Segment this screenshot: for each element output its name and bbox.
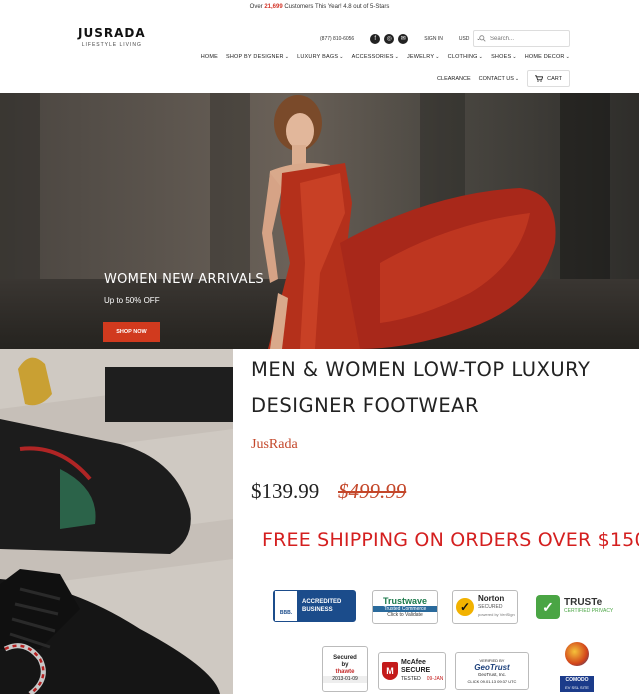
product-title: MEN & WOMEN LOW-TOP LUXURY DESIGNER FOOT…: [251, 352, 631, 424]
search-box[interactable]: [473, 30, 570, 47]
email-icon[interactable]: ✉: [398, 34, 409, 44]
chevron-down-icon: ⌄: [514, 75, 520, 82]
nav-jewelry[interactable]: JEWELRY⌄: [407, 54, 440, 60]
bbb-mark: BBB.: [275, 591, 297, 621]
chevron-down-icon: ⌄: [394, 54, 399, 60]
nav-contact-us[interactable]: CONTACT US⌄: [479, 76, 519, 82]
nav-shop-by-designer[interactable]: SHOP BY DESIGNER⌄: [226, 54, 289, 60]
mcafee-title: McAfee: [401, 659, 426, 666]
bbb-line1: ACCREDITED: [302, 599, 342, 605]
nav-home[interactable]: HOME: [201, 54, 218, 60]
utility-bar: (877) 810-6056 f ◎ ✉ SIGN IN USD ⌄: [320, 33, 481, 45]
geotrust-title: GeoTrust: [474, 663, 510, 672]
nav-home-decor[interactable]: HOME DECOR⌄: [525, 54, 570, 60]
mcafee-line1: SECURE: [401, 667, 431, 674]
trustwave-line2: Click to Validate: [387, 612, 423, 618]
comodo-badge[interactable]: COMODO EV SSL SITE: [560, 640, 594, 692]
currency-value: USD: [458, 36, 470, 42]
instagram-icon[interactable]: ◎: [384, 34, 395, 44]
norton-line1: SECURED: [478, 604, 503, 610]
norton-badge[interactable]: ✓ Norton SECURED powered by VeriSign: [452, 590, 518, 624]
thawte-badge[interactable]: Secured by thawte 2013-01-09: [322, 646, 368, 692]
announcement-suffix: Customers This Year! 4.8 out of 5-Stars: [284, 4, 390, 10]
chevron-down-icon: ⌄: [565, 54, 570, 60]
mcafee-badge[interactable]: M McAfee SECURE TESTED 09-JAN: [378, 652, 446, 690]
thawte-line1: Secured: [333, 655, 357, 661]
nav-luxury-bags[interactable]: LUXURY BAGS⌄: [297, 54, 344, 60]
geotrust-badge[interactable]: VERIFIED BY GeoTrust GeoTrust, Inc. CLIC…: [455, 652, 529, 690]
phone-number[interactable]: (877) 810-6056: [320, 36, 354, 42]
mcafee-line2: TESTED: [401, 676, 421, 682]
brand-tagline: LIFESTYLE LIVING: [81, 42, 142, 48]
mcafee-date: 09-JAN: [426, 676, 444, 682]
product-price: $139.99: [251, 479, 320, 503]
chevron-down-icon: ⌄: [478, 54, 484, 60]
truste-badge[interactable]: ✓ TRUSTe CERTIFIED PRIVACY: [536, 590, 636, 624]
announcement-prefix: Over: [249, 4, 263, 10]
norton-line2: powered by VeriSign: [478, 612, 515, 617]
sneaker-image: [0, 349, 233, 694]
check-icon: ✓: [456, 598, 474, 616]
search-icon: [479, 35, 486, 42]
nav-accessories[interactable]: ACCESSORIES⌄: [352, 54, 399, 60]
nav-clearance[interactable]: CLEARANCE: [437, 76, 471, 82]
bbb-badge[interactable]: BBB. ACCREDITED BUSINESS: [273, 590, 356, 622]
facebook-icon[interactable]: f: [370, 34, 381, 44]
signin-link[interactable]: SIGN IN: [424, 36, 443, 42]
trustwave-title: Trustwave: [382, 596, 428, 606]
shipping-banner: FREE SHIPPING ON ORDERS OVER $150: [262, 529, 639, 551]
cart-icon: [535, 75, 544, 82]
truste-line1: CERTIFIED PRIVACY: [564, 608, 614, 614]
cart-button[interactable]: CART: [527, 70, 570, 87]
nav-clothing[interactable]: CLOTHING⌄: [448, 54, 483, 60]
bbb-line2: BUSINESS: [302, 607, 333, 613]
trustwave-badge[interactable]: Trustwave Trusted Commerce Click to Vali…: [372, 590, 438, 624]
product-image[interactable]: [0, 349, 233, 694]
main-nav: HOME SHOP BY DESIGNER⌄ LUXURY BAGS⌄ ACCE…: [201, 54, 570, 60]
nav-shoes[interactable]: SHOES⌄: [491, 54, 517, 60]
truste-check-icon: ✓: [536, 595, 560, 619]
geotrust-line1: GeoTrust, Inc.: [477, 672, 507, 677]
norton-title: Norton: [478, 594, 505, 603]
site-logo[interactable]: JUSRADA LIFESTYLE LIVING: [78, 26, 146, 48]
truste-title: TRUSTe: [564, 597, 603, 608]
geotrust-line2: CLICK 09.01.13 09:37 UTC: [467, 679, 517, 684]
mcafee-shield-icon: M: [382, 662, 398, 680]
thawte-date: 2013-01-09: [323, 676, 367, 683]
chevron-down-icon: ⌄: [435, 54, 440, 60]
chevron-down-icon: ⌄: [512, 54, 517, 60]
thawte-line3: thawte: [335, 669, 355, 675]
thawte-line2: by: [341, 662, 349, 668]
product-title-line2: DESIGNER FOOTWEAR: [251, 394, 480, 417]
comodo-line1: EV SSL SITE: [565, 685, 589, 690]
hero-subtitle: Up to 50% OFF: [104, 296, 160, 305]
shop-now-button[interactable]: SHOP NOW: [103, 322, 160, 342]
customer-count: 21,699: [264, 4, 283, 10]
compare-price: $499.99: [338, 479, 407, 503]
announcement-bar: Over 21,699 Customers This Year! 4.8 out…: [0, 0, 639, 14]
product-vendor[interactable]: JusRada: [251, 437, 298, 453]
comodo-title: COMODO: [565, 677, 589, 683]
hero-model-image: [262, 95, 556, 349]
chevron-down-icon: ⌄: [339, 54, 344, 60]
brand-name: JUSRADA: [78, 26, 146, 40]
cart-label: CART: [547, 75, 562, 82]
hero-banner[interactable]: WOMEN NEW ARRIVALS Up to 50% OFF SHOP NO…: [0, 93, 639, 349]
chevron-down-icon: ⌄: [284, 54, 290, 60]
secondary-nav: CLEARANCE CONTACT US⌄ CART: [437, 70, 570, 87]
search-input[interactable]: [490, 35, 560, 42]
product-title-line1: MEN & WOMEN LOW-TOP LUXURY: [251, 358, 591, 381]
hero-title: WOMEN NEW ARRIVALS: [104, 272, 264, 287]
globe-icon: [565, 642, 589, 666]
